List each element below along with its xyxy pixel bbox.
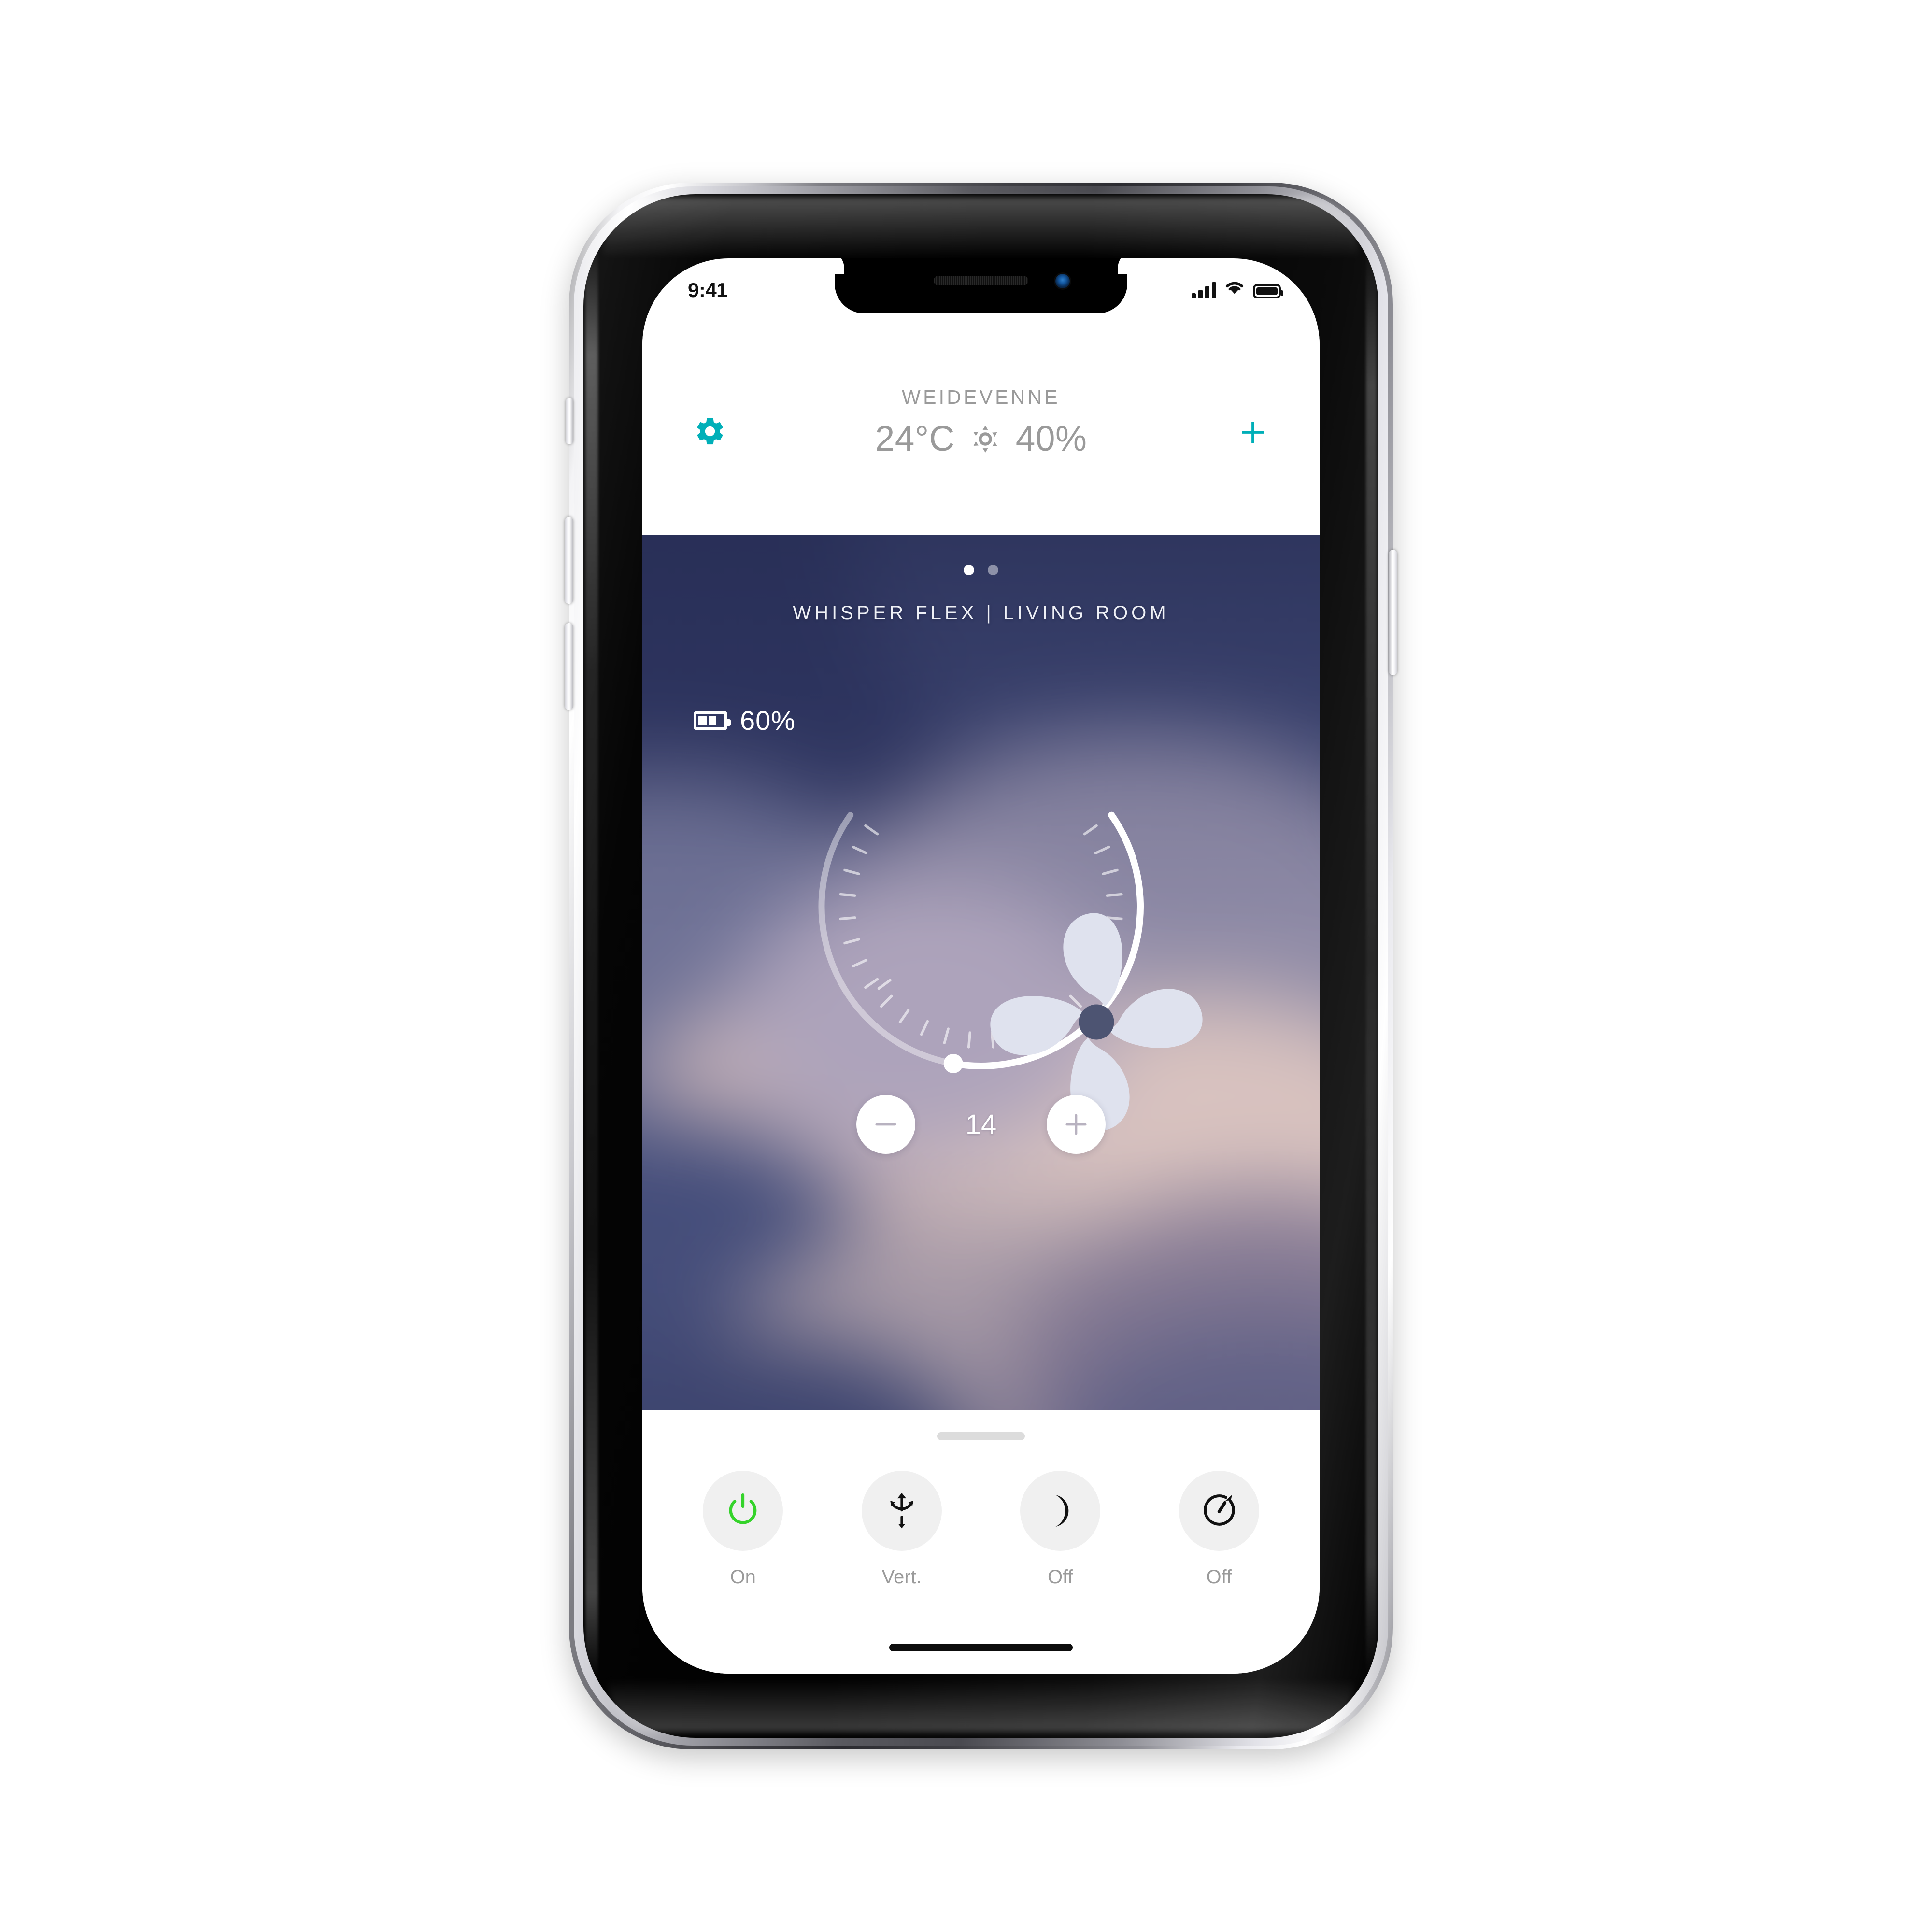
volume-down-button[interactable] — [565, 623, 573, 710]
temperature-value: 24°C — [875, 419, 955, 458]
status-bar-indicators — [1192, 280, 1283, 298]
phone-device-mockup: 9:41 WEIDEVENNE 24°C 40% WHISPER FLEX | … — [565, 183, 1397, 1749]
frame-highlight-right — [1366, 241, 1377, 1680]
mute-switch[interactable] — [566, 398, 573, 444]
plus-icon — [1242, 422, 1264, 443]
cellular-signal-icon — [1192, 282, 1216, 298]
device-hero-panel[interactable]: WHISPER FLEX | LIVING ROOM 60% 14 — [642, 535, 1320, 1410]
sun-icon — [970, 424, 1000, 454]
power-icon — [729, 1493, 757, 1524]
frame-highlight-left — [585, 241, 598, 1680]
display-notch — [835, 258, 1127, 313]
fan-icon — [927, 853, 1203, 1131]
vertical-swing-icon — [890, 1492, 913, 1529]
bottom-control-sheet: On Vert. Off Off — [642, 1410, 1320, 1674]
plus-icon — [1065, 1114, 1087, 1135]
frame-highlight-bottom — [608, 1669, 1354, 1732]
vertical-swing-button[interactable] — [861, 1471, 942, 1551]
battery-full-icon — [1253, 284, 1283, 298]
add-device-button[interactable] — [1231, 410, 1275, 455]
front-camera-icon — [1055, 274, 1070, 288]
screenshot-canvas: 9:41 WEIDEVENNE 24°C 40% WHISPER FLEX | … — [0, 0, 1932, 1932]
pagination-dot-2[interactable] — [988, 565, 998, 575]
humidity-value: 40% — [1015, 419, 1087, 458]
night-mode-action[interactable]: Off — [1016, 1471, 1105, 1588]
timer-label: Off — [1206, 1566, 1232, 1588]
device-battery-status: 60% — [694, 705, 796, 736]
app-header: WEIDEVENNE 24°C 40% — [642, 315, 1320, 535]
fan-speed-stepper: 14 — [856, 1095, 1106, 1154]
moon-icon — [1055, 1495, 1069, 1527]
battery-half-icon — [694, 710, 731, 730]
home-indicator[interactable] — [889, 1644, 1073, 1651]
phone-screen: 9:41 WEIDEVENNE 24°C 40% WHISPER FLEX | … — [642, 258, 1320, 1674]
status-bar-time: 9:41 — [688, 279, 728, 301]
battery-percentage: 60% — [740, 705, 796, 736]
fan-speed-dial[interactable] — [812, 738, 1203, 1131]
power-button[interactable] — [703, 1471, 783, 1551]
pagination-dots[interactable] — [642, 565, 1320, 575]
environment-readout: 24°C 40% — [642, 419, 1320, 459]
minus-icon — [875, 1123, 896, 1126]
volume-up-button[interactable] — [565, 517, 573, 604]
timer-action[interactable]: Off — [1175, 1471, 1264, 1588]
increase-speed-button[interactable] — [1047, 1095, 1106, 1154]
page-title: WEIDEVENNE — [902, 386, 1060, 408]
wifi-icon — [1224, 280, 1245, 298]
power-label: On — [730, 1566, 756, 1588]
drag-handle[interactable] — [937, 1432, 1025, 1440]
decrease-speed-button[interactable] — [856, 1095, 915, 1154]
swing-action[interactable]: Vert. — [857, 1471, 946, 1588]
pagination-dot-1[interactable] — [964, 565, 974, 575]
night-mode-button[interactable] — [1020, 1471, 1101, 1551]
timer-icon — [1203, 1494, 1235, 1526]
swing-label: Vert. — [881, 1566, 922, 1588]
earpiece-speaker-icon — [934, 276, 1028, 285]
fan-speed-value: 14 — [965, 1108, 997, 1140]
quick-actions: On Vert. Off Off — [642, 1471, 1320, 1588]
power-action[interactable]: On — [698, 1471, 787, 1588]
timer-button[interactable] — [1179, 1471, 1259, 1551]
night-mode-label: Off — [1047, 1566, 1073, 1588]
device-title: WHISPER FLEX | LIVING ROOM — [793, 602, 1169, 624]
side-power-button[interactable] — [1389, 550, 1397, 675]
